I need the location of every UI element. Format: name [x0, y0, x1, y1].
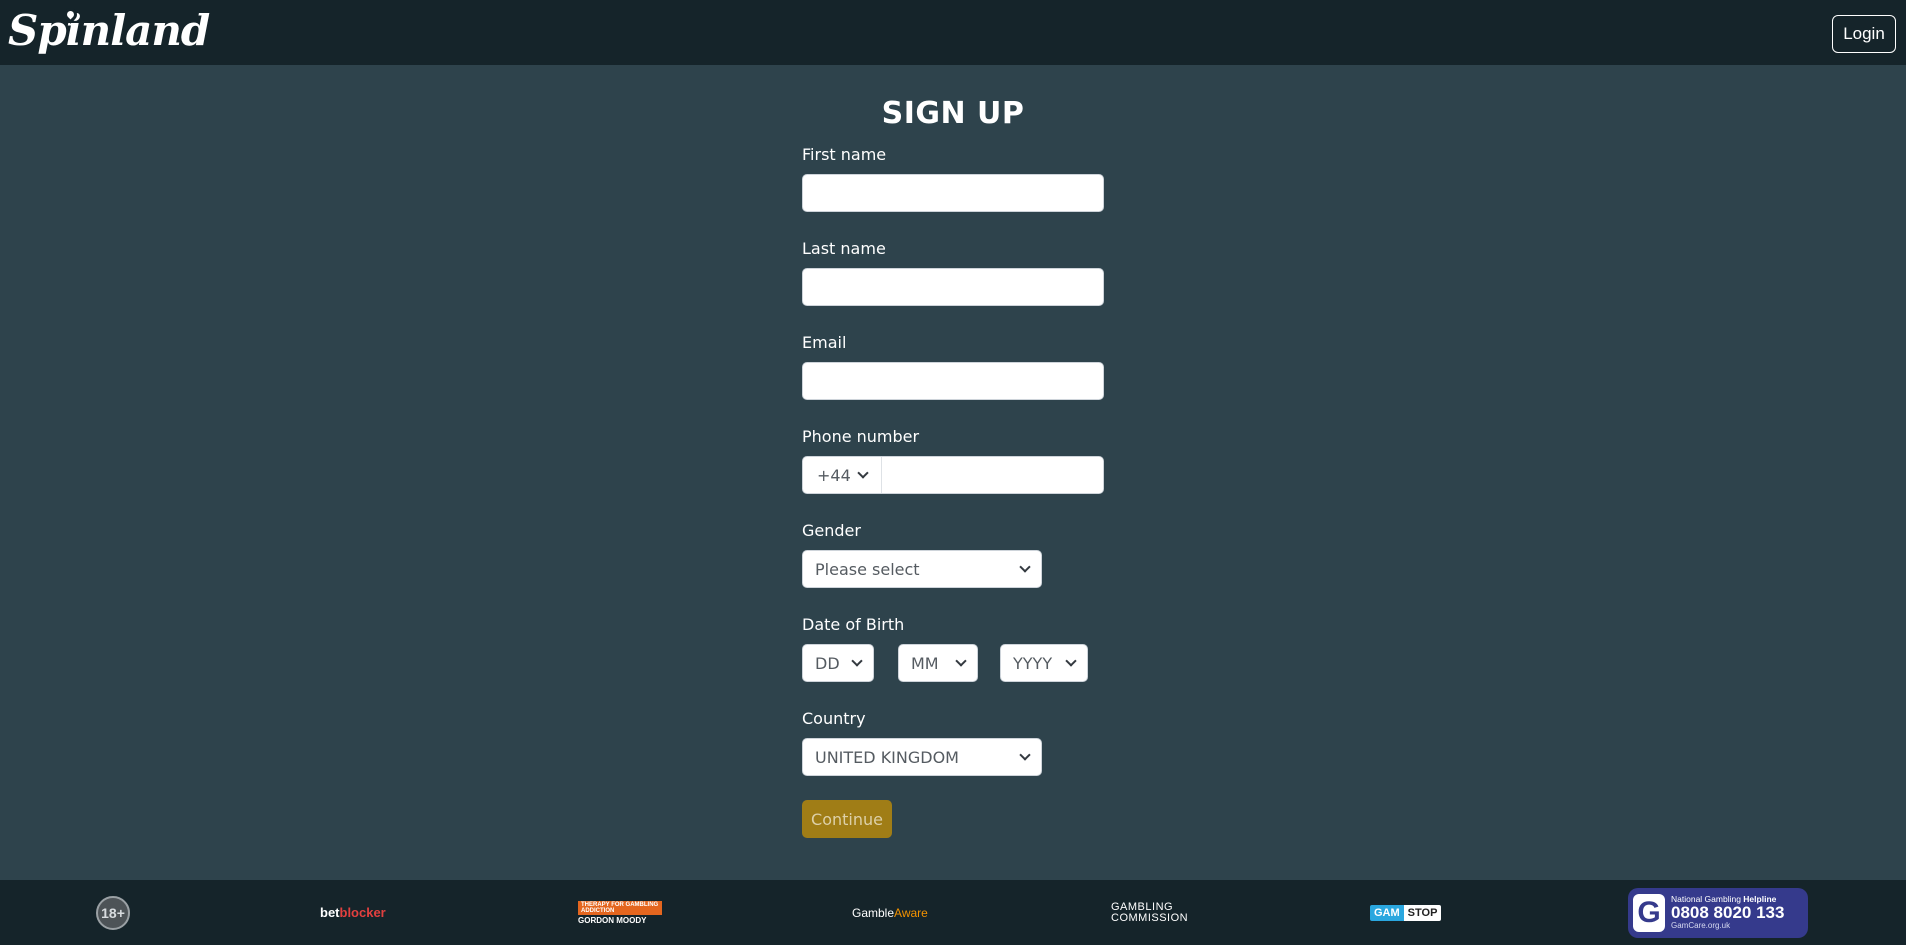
- country-code-value: +44: [817, 465, 851, 485]
- betblocker-text-b: blocker: [339, 905, 386, 920]
- first-name-label: First name: [802, 145, 887, 164]
- dob-day-value: DD: [815, 653, 840, 673]
- gambling-commission-logo[interactable]: GAMBLING COMMISSION: [1111, 880, 1188, 945]
- country-select[interactable]: UNITED KINGDOM: [802, 738, 1042, 776]
- top-navbar: Spinland Login: [0, 0, 1906, 65]
- gordon-moody-tagline: THERAPY FOR GAMBLING ADDICTION: [578, 900, 662, 915]
- phone-label: Phone number: [802, 427, 920, 446]
- dob-month-select[interactable]: MM: [898, 644, 978, 682]
- chevron-down-icon: [955, 654, 967, 667]
- gambleaware-text-b: Aware: [894, 905, 928, 920]
- betblocker-text-a: bet: [320, 905, 340, 920]
- login-button[interactable]: Login: [1832, 15, 1896, 53]
- gambleaware-logo[interactable]: GambleAware: [852, 880, 928, 945]
- country-selected-value: UNITED KINGDOM: [815, 747, 959, 767]
- gender-selected-value: Please select: [815, 559, 920, 579]
- chevron-down-icon: [857, 466, 869, 479]
- email-label: Email: [802, 333, 847, 352]
- dob-day-select[interactable]: DD: [802, 644, 874, 682]
- gambleaware-text-a: Gamble: [852, 905, 895, 920]
- first-name-input[interactable]: [802, 174, 1104, 212]
- chevron-down-icon: [1019, 748, 1031, 761]
- country-code-select[interactable]: +44: [803, 457, 882, 493]
- dob-label: Date of Birth: [802, 615, 905, 634]
- dob-year-value: YYYY: [1013, 653, 1053, 673]
- gordon-moody-name: GORDON MOODY: [578, 915, 647, 925]
- phone-number-input[interactable]: [881, 457, 1103, 493]
- gambling-commission-line2: COMMISSION: [1111, 911, 1189, 924]
- dob-month-value: MM: [911, 653, 939, 673]
- dob-year-select[interactable]: YYYY: [1000, 644, 1088, 682]
- gender-select[interactable]: Please select: [802, 550, 1042, 588]
- betblocker-logo[interactable]: betblocker: [320, 880, 386, 945]
- gambling-commission-line1: GAMBLING: [1111, 900, 1174, 913]
- chevron-down-icon: [851, 654, 863, 667]
- chevron-down-icon: [1065, 654, 1077, 667]
- continue-button[interactable]: Continue: [802, 800, 892, 838]
- chevron-down-icon: [1019, 560, 1031, 573]
- last-name-label: Last name: [802, 239, 886, 258]
- gamstop-text-b: STOP: [1403, 904, 1442, 921]
- footer-bar: 18+ betblocker THERAPY FOR GAMBLING ADDI…: [0, 880, 1906, 945]
- gamstop-text-a: GAM: [1370, 904, 1404, 921]
- phone-field: +44: [802, 456, 1104, 494]
- gamcare-helpline-badge[interactable]: G National Gambling Helpline 0808 8020 1…: [1628, 888, 1808, 938]
- country-label: Country: [802, 709, 866, 728]
- gamstop-logo[interactable]: GAM STOP: [1370, 880, 1442, 945]
- last-name-input[interactable]: [802, 268, 1104, 306]
- page-title: SIGN UP: [881, 96, 1025, 131]
- gamcare-g-icon: G: [1633, 894, 1665, 932]
- spinland-logo[interactable]: Spinland: [8, 6, 210, 56]
- gordon-moody-logo[interactable]: THERAPY FOR GAMBLING ADDICTION GORDON MO…: [578, 880, 662, 945]
- helpline-site: GamCare.org.uk: [1671, 921, 1731, 931]
- age-18-icon: 18+: [96, 895, 130, 930]
- gender-label: Gender: [802, 521, 861, 540]
- age-restriction-logo[interactable]: 18+: [96, 880, 130, 945]
- email-input[interactable]: [802, 362, 1104, 400]
- helpline-number: 0808 8020 133: [1671, 903, 1785, 923]
